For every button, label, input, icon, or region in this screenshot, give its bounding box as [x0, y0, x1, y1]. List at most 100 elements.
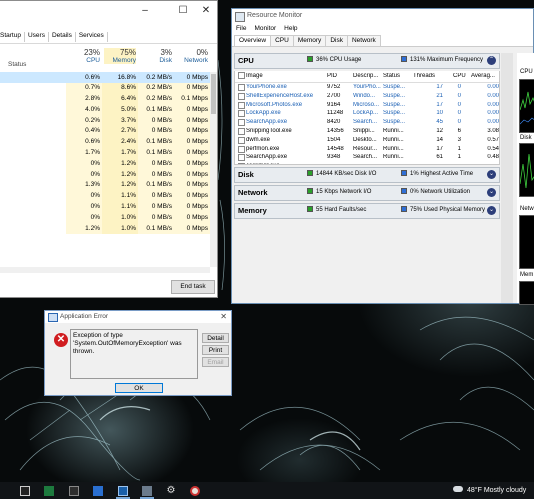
tab-memory[interactable]: Memory — [292, 35, 327, 46]
cpu-process-row[interactable]: YourPhone.exe 9752 YourPho... Suspe... 17 0 0.… — [235, 83, 499, 92]
process-row[interactable]: 0.7% 8.6% 0.2 MB/s 0 Mbps — [0, 82, 210, 94]
menu-monitor[interactable]: Monitor — [254, 23, 276, 35]
email-button[interactable]: Email — [202, 357, 229, 367]
process-row[interactable]: 0.2% 3.7% 0 MB/s 0 Mbps — [0, 115, 210, 126]
end-task-button[interactable]: End task — [171, 280, 215, 294]
expand-chevron-icon[interactable]: ⌄ — [487, 170, 496, 179]
row-checkbox[interactable] — [238, 145, 245, 153]
memory-column-header[interactable]: 75% Memory — [104, 48, 136, 64]
detail-button[interactable]: Detail — [202, 333, 229, 343]
process-row[interactable]: 1.3% 1.2% 0.1 MB/s 0 Mbps — [0, 179, 210, 191]
collapse-chevron-icon[interactable]: ⌃ — [487, 56, 496, 65]
cpu-process-row[interactable]: SnippingTool.exe 14356 Snippi... Runni... 12… — [235, 127, 499, 136]
horizontal-scrollbar[interactable] — [0, 267, 210, 273]
row-checkbox[interactable] — [238, 154, 245, 162]
task-view-icon[interactable] — [20, 486, 30, 496]
row-checkbox[interactable] — [238, 119, 245, 127]
menu-help[interactable]: Help — [284, 23, 297, 35]
col-threads[interactable]: Threads — [413, 73, 435, 79]
memory-section-header[interactable]: Memory 55 Hard Faults/sec 75% Used Physi… — [234, 203, 500, 219]
process-row[interactable]: 1.7% 1.7% 0.1 MB/s 0 Mbps — [0, 147, 210, 159]
cpu-process-row[interactable]: SearchApp.exe 9348 Search... Runni... 61 1 0.4… — [235, 153, 499, 162]
tab-startup[interactable]: Startup — [0, 32, 25, 42]
col-cpu[interactable]: CPU — [453, 73, 466, 79]
col-status[interactable]: Status — [383, 73, 400, 79]
process-row[interactable]: 0% 1.2% 0 MB/s 0 Mbps — [0, 158, 210, 170]
cell-cpu: 1 — [457, 154, 461, 161]
cell-threads: 17 — [436, 145, 443, 152]
status-column-header[interactable]: Status — [8, 61, 26, 68]
cell-cpu: 0 — [457, 92, 461, 99]
settings-icon[interactable]: ⚙ — [166, 486, 176, 496]
process-row[interactable]: 0% 1.1% 0 MB/s 0 Mbps — [0, 201, 210, 213]
close-button[interactable]: ✕ — [197, 5, 215, 16]
expand-chevron-icon[interactable]: ⌄ — [487, 206, 496, 215]
process-row[interactable]: 0% 1.1% 0 MB/s 0 Mbps — [0, 190, 210, 202]
cpu-section-header[interactable]: CPU 36% CPU Usage 131% Maximum Frequency… — [234, 53, 500, 69]
resource-monitor-icon[interactable] — [118, 486, 128, 496]
scrollbar-thumb[interactable] — [211, 74, 216, 114]
disk-section-header[interactable]: Disk 14844 KB/sec Disk I/O 1% Highest Ac… — [234, 167, 500, 183]
vertical-scrollbar[interactable] — [210, 72, 217, 267]
tab-cpu[interactable]: CPU — [270, 35, 294, 46]
tab-network[interactable]: Network — [346, 35, 381, 46]
row-checkbox[interactable] — [238, 136, 245, 144]
cpu-process-row[interactable]: perfmon.exe 14548 Resour... Runni... 17 1 0.54 — [235, 145, 499, 154]
row-checkbox[interactable] — [238, 128, 245, 135]
photos-icon[interactable] — [93, 486, 103, 496]
network-section-header[interactable]: Network 15 Kbps Network I/O 0% Network U… — [234, 185, 500, 201]
process-row[interactable]: 1.2% 1.0% 0.1 MB/s 0 Mbps — [0, 223, 210, 234]
cpu-process-row[interactable]: dwm.exe 1504 Deskto... Runni... 14 3 0.57 — [235, 136, 499, 145]
row-checkbox[interactable] — [238, 84, 245, 91]
taskbar: ⚙ 48°F Mostly cloudy — [0, 482, 534, 499]
cpu-process-row[interactable]: ShellExperienceHost.exe 2700 Windo... Suspe… — [235, 92, 499, 101]
tab-overview[interactable]: Overview — [234, 35, 272, 46]
calculator-icon[interactable] — [69, 486, 79, 496]
overview-scrollbar[interactable] — [501, 53, 513, 303]
tab-users[interactable]: Users — [25, 32, 49, 42]
select-all-checkbox[interactable] — [238, 72, 245, 79]
cell-status: Suspe... — [383, 84, 406, 90]
cpu-process-row[interactable]: LockApp.exe 11248 LockAp... Suspe... 10 0 0.00 — [235, 109, 499, 118]
process-row[interactable]: 0.6% 16.8% 0.2 MB/s 0 Mbps — [0, 72, 210, 83]
tab-details[interactable]: Details — [49, 32, 76, 42]
minimize-button[interactable]: – — [136, 5, 154, 16]
cell-avg: 0.00 — [487, 84, 499, 90]
col-description[interactable]: Descrip... — [353, 73, 379, 79]
col-image[interactable]: Image — [246, 73, 263, 79]
row-checkbox[interactable] — [238, 163, 245, 164]
disk-column-header[interactable]: 3% Disk — [140, 48, 172, 64]
close-icon[interactable]: ✕ — [220, 312, 227, 321]
maximize-button[interactable]: ☐ — [174, 5, 192, 16]
row-checkbox[interactable] — [238, 101, 245, 109]
row-checkbox[interactable] — [238, 92, 245, 100]
col-pid[interactable]: PID — [327, 73, 337, 79]
weather-widget[interactable]: 48°F Mostly cloudy — [453, 486, 526, 494]
process-row[interactable]: 0% 1.0% 0 MB/s 0 Mbps — [0, 212, 210, 224]
ok-button[interactable]: OK — [115, 383, 163, 393]
process-row[interactable]: 0.4% 2.7% 0 MB/s 0 Mbps — [0, 125, 210, 137]
cpu-process-row[interactable]: Taskmgr.exe — [235, 162, 499, 164]
cpu-column-header[interactable]: 23% CPU — [70, 48, 100, 64]
network-util-stat: 0% Network Utilization — [401, 188, 470, 195]
snipping-icon[interactable] — [190, 486, 200, 496]
cell-status: Runni... — [383, 136, 404, 143]
menu-file[interactable]: File — [236, 23, 246, 35]
cpu-process-row[interactable]: SearchApp.exe 8420 Search... Suspe... 45 0 0.0… — [235, 118, 499, 127]
expand-chevron-icon[interactable]: ⌄ — [487, 188, 496, 197]
network-column-header[interactable]: 0% Network — [176, 48, 208, 64]
process-row[interactable]: 2.8% 6.4% 0.2 MB/s 0.1 Mbps — [0, 93, 210, 105]
process-row[interactable]: 4.0% 5.0% 0.1 MB/s 0 Mbps — [0, 104, 210, 116]
process-row[interactable]: 0% 1.2% 0 MB/s 0 Mbps — [0, 169, 210, 180]
cloud-icon — [453, 486, 463, 492]
print-button[interactable]: Print — [202, 345, 229, 355]
tab-disk[interactable]: Disk — [325, 35, 348, 46]
application-icon[interactable] — [142, 486, 152, 496]
col-average[interactable]: Averag... — [471, 73, 499, 79]
cell-net: 0 Mbps — [186, 138, 208, 146]
row-checkbox[interactable] — [238, 110, 245, 118]
excel-icon[interactable] — [44, 486, 54, 496]
tab-services[interactable]: Services — [76, 32, 108, 42]
process-row[interactable]: 0.6% 2.4% 0.1 MB/s 0 Mbps — [0, 136, 210, 148]
cpu-process-row[interactable]: Microsoft.Photos.exe 9164 Microso... Suspe.… — [235, 101, 499, 110]
